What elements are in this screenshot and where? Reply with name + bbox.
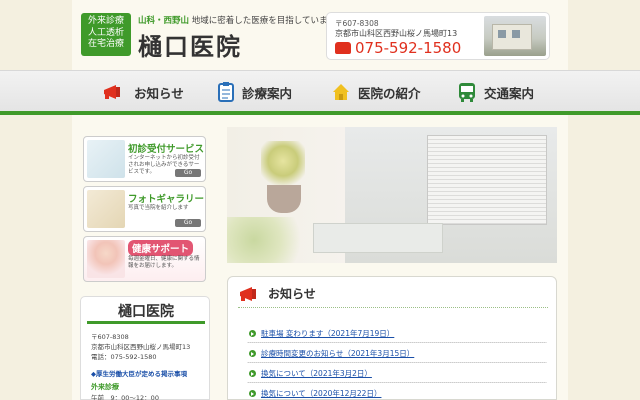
banner-health-support-title: 健康サポート: [128, 240, 194, 256]
main-nav: [0, 70, 640, 113]
banner-health-support[interactable]: 健康サポート 毎週金曜日、健康に関する情報をお届けします。: [83, 236, 206, 282]
nav-underline: [0, 111, 640, 115]
bus-icon: [459, 83, 475, 102]
news-heading-label: お知らせ: [268, 287, 316, 301]
sidebar-divider: [87, 321, 205, 324]
arrow-bullet-icon: [249, 330, 256, 337]
clipboard-icon: [218, 82, 234, 102]
gallery-thumbnail: [87, 190, 125, 228]
nav-about[interactable]: 医院の紹介: [332, 80, 421, 104]
badge-line-3: 在宅治療: [87, 39, 124, 49]
banner-health-support-desc: 毎週金曜日、健康に関する情報をお届けします。: [128, 256, 200, 269]
megaphone-icon: [240, 286, 256, 301]
house-icon: [333, 84, 349, 100]
clinic-building-photo: [484, 16, 546, 56]
phone-number: 075-592-1580: [355, 39, 462, 57]
phone-icon: [335, 42, 351, 54]
sidebar-clinic-info: 樋口医院 〒607-8308 京都市山科区西野山桜ノ馬場町13 電話：075-5…: [80, 296, 210, 400]
tagline: 山科・西野山 地域に密着した医療を目指しています: [138, 14, 336, 26]
banner-photo-gallery-go[interactable]: Go: [175, 219, 201, 227]
news-item[interactable]: 診療時間変更のお知らせ（2021年3月15日）: [249, 348, 414, 359]
contact-address: 京都市山科区西野山桜ノ馬場町13: [335, 29, 458, 38]
sidebar-clinic-name: 樋口医院: [118, 304, 174, 320]
news-item-text: 換気について（2021年3月2日）: [261, 369, 372, 378]
services-badge[interactable]: 外来診療 人工透析 在宅治療: [81, 13, 131, 56]
sidebar-tel: 電話：075-592-1580: [91, 353, 157, 361]
nav-news[interactable]: お知らせ: [102, 80, 184, 104]
tagline-area: 山科・西野山: [138, 16, 190, 26]
nav-about-label: 医院の紹介: [358, 85, 421, 101]
news-item-text: 診療時間変更のお知らせ（2021年3月15日）: [261, 349, 415, 358]
sidebar-zip: 〒607-8308: [91, 333, 129, 341]
sidebar-hours-row: 午前 9：00〜12：00: [91, 394, 159, 400]
nav-medical-info-label: 診療案内: [242, 85, 293, 101]
news-separator: [247, 382, 547, 383]
banner-first-visit-go[interactable]: Go: [175, 169, 201, 177]
nav-medical-info[interactable]: 診療案内: [218, 80, 292, 104]
nav-news-label: お知らせ: [134, 85, 184, 101]
banner-photo-gallery-title: フォトギャラリー: [128, 194, 205, 205]
sidebar-notice-link[interactable]: ◆厚生労働大臣が定める掲示事項: [91, 368, 187, 378]
map-thumbnail: [87, 140, 125, 178]
news-separator: [247, 342, 547, 343]
megaphone-icon: [104, 85, 120, 99]
nav-access-label: 交通案内: [484, 85, 535, 101]
news-heading: お知らせ: [238, 285, 316, 302]
arrow-bullet-icon: [249, 350, 256, 357]
contact-box: 〒607-8308 京都市山科区西野山桜ノ馬場町13 075-592-1580: [326, 12, 550, 60]
banner-photo-gallery-desc: 写真で当院を紹介します: [128, 205, 189, 211]
nav-access[interactable]: 交通案内: [458, 80, 534, 104]
news-item-text: 換気について（2020年12月22日）: [261, 389, 382, 398]
news-item[interactable]: 換気について（2021年3月2日）: [249, 368, 372, 379]
arrow-bullet-icon: [249, 370, 256, 377]
news-separator: [247, 362, 547, 363]
badge-line-1: 外来診療: [87, 16, 124, 26]
banner-first-visit-title: 初診受付サービス: [128, 144, 205, 155]
contact-phone: 075-592-1580: [335, 39, 461, 57]
sidebar-address: 京都市山科区西野山桜ノ馬場町13: [91, 343, 191, 351]
arrow-bullet-icon: [249, 390, 256, 397]
news-item[interactable]: 換気について（2020年12月22日）: [249, 388, 381, 399]
clinic-logo[interactable]: 樋口医院: [138, 27, 242, 62]
hero-clinic-interior-photo: [227, 127, 557, 263]
sidebar-hours-title: 外来診療: [91, 383, 119, 391]
nurse-thumbnail: [87, 240, 125, 278]
news-item[interactable]: 駐車場 変わります（2021年7月19日）: [249, 328, 394, 339]
badge-line-2: 人工透析: [87, 27, 124, 38]
tagline-text: 地域に密着した医療を目指しています: [191, 16, 336, 26]
news-divider: [238, 307, 548, 308]
banner-first-visit[interactable]: 初診受付サービス インターネットから初診受付されお申し込みができるサービスです。…: [83, 136, 206, 182]
banner-photo-gallery[interactable]: フォトギャラリー 写真で当院を紹介します Go: [83, 186, 206, 232]
news-item-text: 駐車場 変わります（2021年7月19日）: [261, 329, 395, 338]
